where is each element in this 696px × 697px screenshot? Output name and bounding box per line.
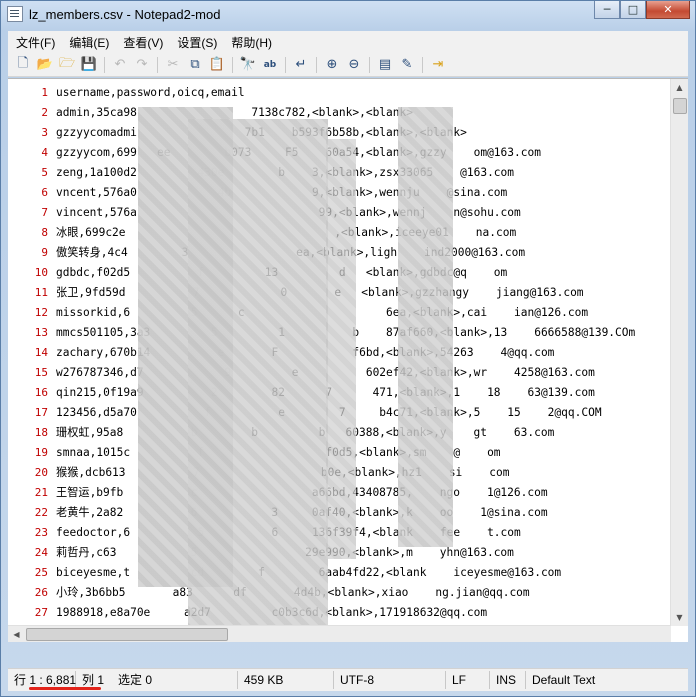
menu-view[interactable]: 查看(V) — [115, 34, 169, 51]
line-number: 22 — [34, 506, 48, 519]
menu-edit[interactable]: 编辑(E) — [61, 34, 115, 51]
status-insert-mode[interactable]: INS — [490, 671, 526, 689]
title-bar[interactable]: lz_members.csv - Notepad2-mod ─ □ ✕ — [1, 1, 695, 29]
new-icon[interactable]: 🗋 — [12, 55, 34, 75]
redaction-block — [398, 107, 453, 547]
horizontal-scrollbar[interactable]: ◀ — [8, 625, 671, 642]
menu-help[interactable]: 帮助(H) — [223, 34, 278, 51]
line-number: 12 — [34, 306, 48, 319]
toolbar-separator — [232, 56, 233, 73]
red-annotation-underline — [29, 687, 101, 690]
toolbar-separator — [157, 56, 158, 73]
cut-icon[interactable]: ✂ — [162, 55, 184, 75]
line-number: 3 — [41, 126, 48, 139]
line-number: 8 — [41, 226, 48, 239]
line-number: 1 — [41, 86, 48, 99]
settings-icon[interactable]: ▤ — [374, 55, 396, 75]
notepad-app-icon[interactable] — [7, 6, 23, 22]
line-number: 27 — [34, 606, 48, 619]
line-number: 20 — [34, 466, 48, 479]
scroll-left-arrow-icon[interactable]: ◀ — [8, 626, 25, 642]
toolbar-separator — [369, 56, 370, 73]
toolbar: 🗋 📂 🗁 💾 ↶ ↷ ✂ ⧉ 📋 🔭 ab ↵ ⊕ ⊖ ▤ ✎ ⇥ — [8, 53, 688, 77]
line-number: 16 — [34, 386, 48, 399]
text-line[interactable]: username,password,oicq,email — [56, 83, 245, 103]
redaction-block — [326, 139, 356, 559]
line-number: 4 — [41, 146, 48, 159]
scroll-up-arrow-icon[interactable]: ▲ — [671, 79, 688, 96]
toolbar-separator — [285, 56, 286, 73]
scheme-icon[interactable]: ✎ — [396, 55, 418, 75]
save-icon[interactable]: 💾 — [78, 55, 100, 75]
caption-buttons: ─ □ ✕ — [594, 1, 690, 21]
status-scheme[interactable]: Default Text — [526, 671, 656, 689]
menu-file[interactable]: 文件(F) — [8, 34, 61, 51]
line-number: 23 — [34, 526, 48, 539]
undo-icon[interactable]: ↶ — [109, 55, 131, 75]
line-number: 14 — [34, 346, 48, 359]
line-number: 24 — [34, 546, 48, 559]
copy-icon[interactable]: ⧉ — [184, 55, 206, 75]
redo-icon[interactable]: ↷ — [131, 55, 153, 75]
find-file-icon[interactable]: 🗁 — [56, 55, 78, 75]
vertical-scrollbar[interactable]: ▲ ▼ — [670, 79, 688, 626]
status-line-ending[interactable]: LF — [446, 671, 490, 689]
window-title: lz_members.csv - Notepad2-mod — [29, 7, 221, 22]
maximize-button[interactable]: □ — [620, 1, 646, 19]
notepad-window: lz_members.csv - Notepad2-mod ─ □ ✕ 文件(F… — [0, 0, 696, 697]
status-bar: 行 1 : 6,881 列 1 选定 0 459 KB UTF-8 LF INS… — [8, 668, 688, 691]
menu-settings[interactable]: 设置(S) — [169, 34, 223, 51]
vertical-scroll-thumb[interactable] — [673, 98, 687, 114]
scroll-down-arrow-icon[interactable]: ▼ — [671, 609, 688, 626]
open-icon[interactable]: 📂 — [34, 55, 56, 75]
toolbar-separator — [316, 56, 317, 73]
toolbar-separator — [104, 56, 105, 73]
line-number: 9 — [41, 246, 48, 259]
line-number-gutter: 1 2 3 4 5 6 7 8 9 10 11 12 13 14 15 16 17 18 19 20 21 22 23 24 2… — [8, 79, 52, 642]
menu-bar: 文件(F) 编辑(E) 查看(V) 设置(S) 帮助(H) — [8, 31, 688, 53]
find-icon[interactable]: 🔭 — [237, 55, 259, 75]
line-number: 25 — [34, 566, 48, 579]
line-number: 5 — [41, 166, 48, 179]
status-encoding[interactable]: UTF-8 — [334, 671, 446, 689]
minimize-button[interactable]: ─ — [594, 1, 620, 19]
line-number: 17 — [34, 406, 48, 419]
redaction-block — [188, 119, 328, 639]
line-number: 10 — [34, 266, 48, 279]
line-number: 18 — [34, 426, 48, 439]
line-number: 26 — [34, 586, 48, 599]
line-number: 7 — [41, 206, 48, 219]
zoom-in-icon[interactable]: ⊕ — [321, 55, 343, 75]
status-selection: 选定 0 — [112, 671, 238, 689]
line-number: 6 — [41, 186, 48, 199]
replace-icon[interactable]: ab — [259, 55, 281, 75]
line-number: 15 — [34, 366, 48, 379]
line-number: 2 — [41, 106, 48, 119]
close-button[interactable]: ✕ — [646, 1, 690, 19]
toolbar-separator — [422, 56, 423, 73]
word-wrap-icon[interactable]: ↵ — [290, 55, 312, 75]
zoom-out-icon[interactable]: ⊖ — [343, 55, 365, 75]
line-number: 21 — [34, 486, 48, 499]
horizontal-scroll-thumb[interactable] — [26, 628, 228, 641]
editor-area[interactable]: 1 2 3 4 5 6 7 8 9 10 11 12 13 14 15 16 17 18 19 20 21 22 23 24 2… — [8, 78, 688, 642]
line-number: 13 — [34, 326, 48, 339]
line-number: 11 — [34, 286, 48, 299]
status-file-size: 459 KB — [238, 671, 334, 689]
line-number: 19 — [34, 446, 48, 459]
exit-icon[interactable]: ⇥ — [427, 55, 449, 75]
paste-icon[interactable]: 📋 — [206, 55, 228, 75]
